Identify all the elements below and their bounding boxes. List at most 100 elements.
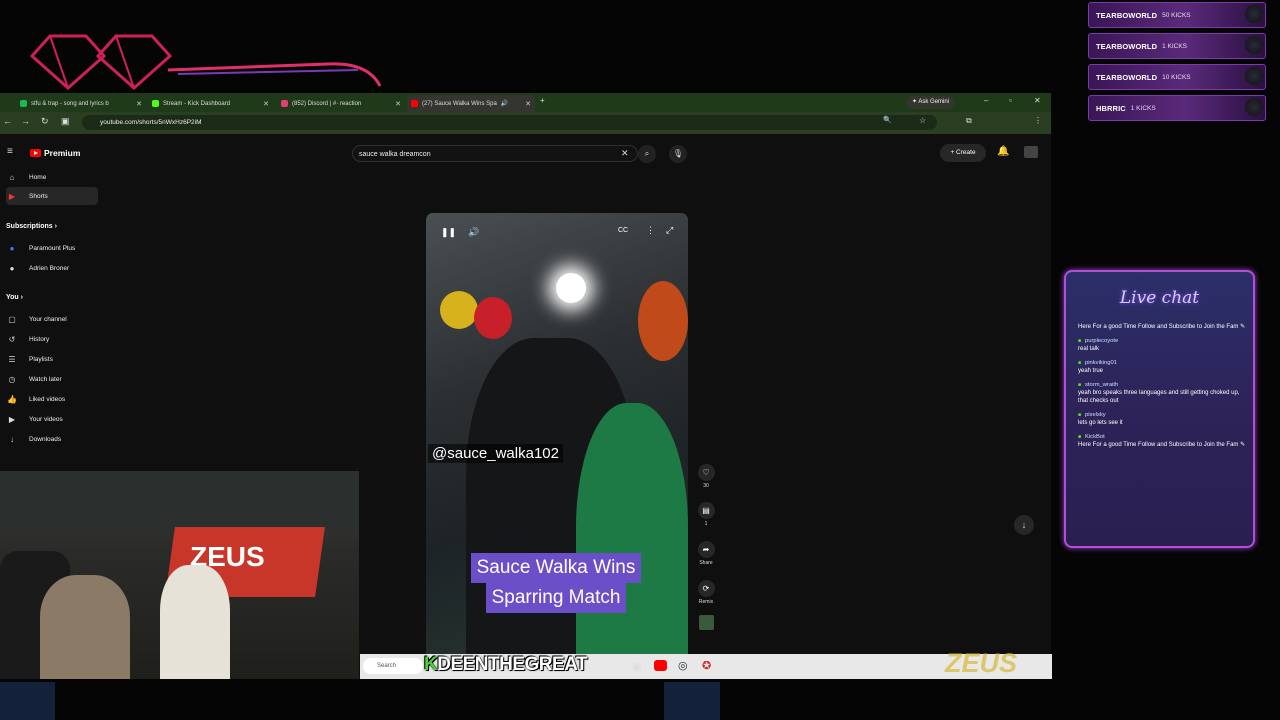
extensions-icon[interactable]: ⧉ bbox=[966, 116, 972, 126]
heading-label: You bbox=[6, 294, 19, 301]
discord-icon bbox=[281, 100, 288, 107]
zoom-icon[interactable]: 🔍 bbox=[883, 116, 892, 124]
sidebar-label: Adrien Broner bbox=[29, 264, 70, 272]
pencil-icon: ✎ bbox=[1240, 324, 1246, 330]
kick-events-panel: TEARBOWORLD 50 KICKS TEARBOWORLD 1 KICKS T… bbox=[1088, 2, 1266, 126]
sidebar-item-downloads[interactable]: ↓ Downloads bbox=[6, 430, 98, 448]
sidebar-label: Your videos bbox=[29, 415, 63, 423]
speaker-icon[interactable]: 🔊 bbox=[501, 100, 508, 107]
channel-icon: ▢ bbox=[8, 314, 16, 324]
subscription-item[interactable]: ● Adrien Broner bbox=[6, 259, 98, 277]
chat-title: Live chat bbox=[1119, 288, 1200, 308]
avatar[interactable] bbox=[1024, 146, 1038, 158]
clear-search-icon[interactable]: ✕ bbox=[621, 148, 629, 159]
tab-discord[interactable]: (852) Discord | #· reaction ✕ bbox=[277, 95, 405, 112]
youtube-logo[interactable]: Premium bbox=[30, 148, 80, 158]
sidebar-item-watch-later[interactable]: ◷ Watch later bbox=[6, 370, 98, 388]
chevron-right-icon: › bbox=[54, 223, 57, 230]
app-icon[interactable]: ✪ bbox=[702, 659, 711, 672]
light-flare bbox=[556, 273, 586, 303]
url-field[interactable]: youtube.com/shorts/5nWxHz6P2iM bbox=[82, 115, 937, 130]
taskbar-search[interactable]: Search bbox=[363, 658, 423, 674]
comments-button[interactable]: ▤ 1 bbox=[696, 502, 716, 527]
more-options-icon[interactable]: ⋮ bbox=[646, 225, 655, 236]
share-icon: ➦ bbox=[697, 541, 715, 558]
sidebar-item-shorts[interactable]: ▶ Shorts bbox=[6, 187, 98, 205]
thumbs-up-icon: 👍 bbox=[7, 394, 17, 404]
tab-spotify[interactable]: stfu & trap - song and lyrics b ✕ bbox=[16, 95, 146, 112]
forward-icon[interactable]: → bbox=[21, 116, 30, 126]
close-icon[interactable]: ✕ bbox=[395, 100, 401, 108]
subscriptions-heading[interactable]: Subscriptions › bbox=[6, 223, 57, 230]
kick-event: TEARBOWORLD 1 KICKS bbox=[1088, 33, 1266, 59]
subscription-item[interactable]: ● Paramount Plus bbox=[6, 239, 98, 257]
create-button[interactable]: + Create bbox=[940, 144, 986, 162]
remix-icon: ⟳ bbox=[697, 580, 715, 597]
sound-thumbnail[interactable] bbox=[699, 615, 714, 630]
microphone-icon: 🎙 bbox=[672, 149, 684, 158]
url-text: youtube.com/shorts/5nWxHz6P2iM bbox=[100, 119, 202, 126]
close-window-icon[interactable]: ✕ bbox=[1034, 96, 1041, 105]
chat-username[interactable]: pinkviking01 bbox=[1078, 359, 1246, 367]
reload-icon[interactable]: ↻ bbox=[41, 116, 49, 127]
tab-bar: stfu & trap - song and lyrics b ✕ Stream… bbox=[0, 93, 1051, 112]
sidebar-item-your-channel[interactable]: ▢ Your channel bbox=[6, 310, 98, 328]
remix-button[interactable]: ⟳ Remix bbox=[696, 580, 716, 605]
ask-gemini-label: Ask Gemini bbox=[918, 99, 950, 105]
pause-icon[interactable]: ❚❚ bbox=[441, 227, 456, 238]
create-label: Create bbox=[956, 149, 976, 156]
notifications-bell-icon[interactable]: 🔔 bbox=[997, 146, 1009, 157]
red-glove bbox=[474, 297, 512, 339]
close-icon[interactable]: ✕ bbox=[263, 100, 269, 108]
you-heading[interactable]: You › bbox=[6, 294, 23, 301]
bottom-decor-left bbox=[0, 682, 55, 720]
tab-youtube-active[interactable]: (27) Sauce Walka Wins Spa 🔊 ✕ bbox=[407, 95, 535, 112]
close-icon[interactable]: ✕ bbox=[525, 100, 531, 108]
minimize-icon[interactable]: – bbox=[984, 96, 988, 105]
close-icon[interactable]: ✕ bbox=[136, 100, 142, 108]
new-tab-icon[interactable]: + bbox=[540, 96, 545, 105]
kick-letter: K bbox=[424, 654, 438, 675]
chat-username[interactable]: purplecoyote bbox=[1078, 337, 1246, 345]
chat-username[interactable]: KickBot bbox=[1078, 433, 1246, 441]
search-button[interactable]: ⌕ bbox=[638, 145, 656, 163]
brand-label: Premium bbox=[44, 148, 81, 158]
voice-search-button[interactable]: 🎙 bbox=[669, 145, 687, 163]
sidebar-label: History bbox=[29, 335, 50, 343]
webcam-overlay: ZEUS bbox=[0, 471, 359, 679]
volume-icon[interactable]: 🔊 bbox=[468, 227, 479, 238]
sidebar-item-history[interactable]: ↺ History bbox=[6, 330, 98, 348]
chat-username[interactable]: pixelsky bbox=[1078, 411, 1246, 419]
youtube-taskbar-icon[interactable] bbox=[654, 660, 667, 671]
hamburger-menu-icon[interactable]: ≡ bbox=[7, 146, 13, 157]
ask-gemini-button[interactable]: ✦ Ask Gemini bbox=[907, 96, 955, 109]
chrome-icon[interactable]: ◉ bbox=[632, 660, 642, 673]
menu-dots-icon[interactable]: ⋮ bbox=[1034, 116, 1042, 125]
sidebar-item-liked-videos[interactable]: 👍 Liked videos bbox=[6, 390, 98, 408]
like-button[interactable]: ♡ 30 bbox=[696, 464, 716, 489]
shorts-video-player[interactable]: ❚❚ 🔊 CC ⋮ ⤢ @sauce_walka102 Sauce Walka … bbox=[426, 213, 688, 679]
bookmark-star-icon[interactable]: ☆ bbox=[919, 116, 926, 125]
sidebar-label: Paramount Plus bbox=[29, 244, 76, 252]
person-left bbox=[40, 575, 130, 679]
chat-messages: Here For a good Time Follow and Subscrib… bbox=[1078, 323, 1246, 455]
captions-icon[interactable]: CC bbox=[618, 227, 628, 234]
search-input[interactable]: sauce walka dreamcon bbox=[352, 145, 638, 162]
sidebar-icon[interactable]: ▣ bbox=[61, 116, 70, 127]
maximize-icon[interactable]: ▫ bbox=[1009, 96, 1012, 105]
sidebar-item-playlists[interactable]: ☰ Playlists bbox=[6, 350, 98, 368]
fullscreen-icon[interactable]: ⤢ bbox=[666, 225, 673, 236]
next-video-button[interactable]: ↓ bbox=[1014, 515, 1034, 535]
heading-label: Subscriptions bbox=[6, 223, 53, 230]
share-button[interactable]: ➦ Share bbox=[696, 541, 716, 566]
message-text: yeah true bbox=[1078, 368, 1104, 374]
tab-kick-dashboard[interactable]: Stream - Kick Dashboard ✕ bbox=[148, 95, 273, 112]
sidebar-item-your-videos[interactable]: ▶ Your videos bbox=[6, 410, 98, 428]
chat-username[interactable]: storm_wraith bbox=[1078, 381, 1246, 389]
kick-event: HBRRIC 1 KICKS bbox=[1088, 95, 1266, 121]
home-icon: ⌂ bbox=[9, 172, 15, 182]
sidebar-item-home[interactable]: ⌂ Home bbox=[6, 168, 98, 186]
steam-icon[interactable]: ◎ bbox=[678, 659, 688, 672]
comment-icon: ▤ bbox=[697, 502, 715, 519]
back-icon[interactable]: ← bbox=[3, 116, 12, 126]
